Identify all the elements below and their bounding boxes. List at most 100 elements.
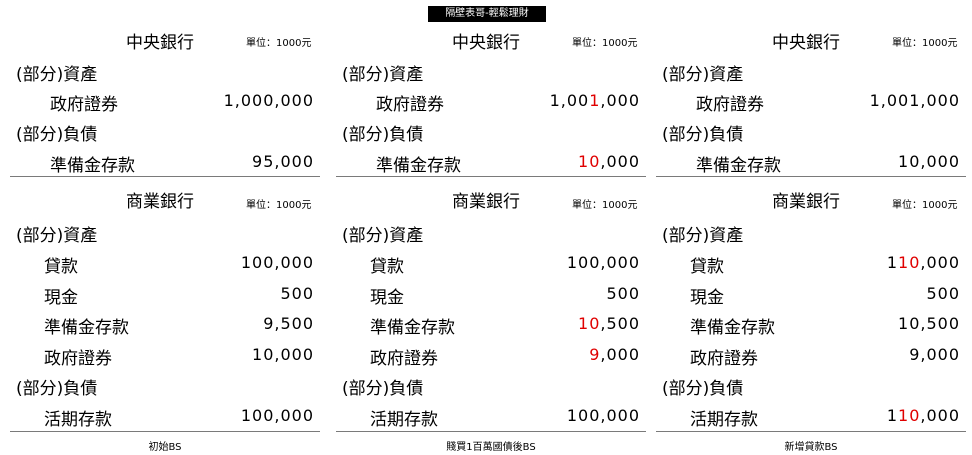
loans-value: 110,000 xyxy=(887,253,960,272)
panel-caption: 賤買1百萬國債後BS xyxy=(446,442,536,453)
commercial-reserve-label: 準備金存款 xyxy=(44,318,129,338)
value-segment: 1 xyxy=(886,253,899,272)
central-unit-label: 單位：1000元 xyxy=(572,38,638,49)
value-segment: 10,000 xyxy=(252,345,314,364)
central-bank-title: 中央銀行 xyxy=(772,33,840,53)
central-liabilities-label: (部分)負債 xyxy=(16,125,98,145)
cash-value: 500 xyxy=(926,284,960,303)
commercial-gov-bonds-value: 10,000 xyxy=(252,345,314,364)
changed-digits: 10 xyxy=(578,314,601,333)
central-liabilities-label: (部分)負債 xyxy=(342,125,424,145)
commercial-reserve-label: 準備金存款 xyxy=(370,318,455,338)
changed-digits: 10 xyxy=(898,253,921,272)
balance-sheet-panel-initial: 中央銀行 單位：1000元 (部分)資產 政府證券 1,000,000 (部分)… xyxy=(10,24,320,454)
commercial-reserve-value: 10,500 xyxy=(578,314,640,333)
changed-digits: 10 xyxy=(898,406,921,425)
value-segment: 95,000 xyxy=(252,152,314,171)
value-segment: 9,500 xyxy=(263,314,314,333)
commercial-reserve-value: 9,500 xyxy=(263,314,314,333)
central-reserve-deposits-value: 10,000 xyxy=(898,152,960,171)
balance-sheet-panel-after-bond-purchase: 中央銀行 單位：1000元 (部分)資產 政府證券 1,001,000 (部分)… xyxy=(336,24,646,454)
commercial-gov-bonds-value: 9,000 xyxy=(909,345,960,364)
commercial-liabilities-label: (部分)負債 xyxy=(342,379,424,399)
value-segment: ,000 xyxy=(920,406,960,425)
commercial-assets-label: (部分)資產 xyxy=(16,226,98,246)
section-divider xyxy=(656,431,966,432)
section-divider xyxy=(10,176,320,177)
central-unit-label: 單位：1000元 xyxy=(246,38,312,49)
commercial-gov-bonds-value: 9,000 xyxy=(589,345,640,364)
value-segment: 500 xyxy=(926,284,960,303)
section-divider xyxy=(336,431,646,432)
section-divider xyxy=(656,176,966,177)
value-segment: ,500 xyxy=(600,314,640,333)
banner-title: 隔壁表哥-輕鬆理財 xyxy=(428,6,546,22)
central-reserve-deposits-label: 準備金存款 xyxy=(696,156,781,176)
value-segment: ,000 xyxy=(600,91,640,110)
commercial-unit-label: 單位：1000元 xyxy=(246,200,312,211)
balance-sheet-panel-new-loans: 中央銀行 單位：1000元 (部分)資產 政府證券 1,001,000 (部分)… xyxy=(656,24,966,454)
central-unit-label: 單位：1000元 xyxy=(892,38,958,49)
loans-label: 貸款 xyxy=(44,257,78,277)
changed-digits: 1 xyxy=(589,91,601,110)
section-divider xyxy=(10,431,320,432)
central-bank-title: 中央銀行 xyxy=(126,33,194,53)
commercial-reserve-value: 10,500 xyxy=(898,314,960,333)
value-segment: ,000 xyxy=(920,253,960,272)
loans-label: 貸款 xyxy=(370,257,404,277)
commercial-gov-bonds-label: 政府證券 xyxy=(370,349,438,369)
loans-label: 貸款 xyxy=(690,257,724,277)
commercial-liabilities-label: (部分)負債 xyxy=(16,379,98,399)
demand-deposits-label: 活期存款 xyxy=(370,410,438,430)
central-reserve-deposits-value: 10,000 xyxy=(578,152,640,171)
section-divider xyxy=(336,176,646,177)
cash-label: 現金 xyxy=(44,288,78,308)
value-segment: 500 xyxy=(606,284,640,303)
commercial-unit-label: 單位：1000元 xyxy=(892,200,958,211)
panel-caption: 初始BS xyxy=(148,442,182,453)
value-segment: 1,00 xyxy=(549,91,590,110)
value-segment: 1,000,000 xyxy=(223,91,314,110)
commercial-liabilities-label: (部分)負債 xyxy=(662,379,744,399)
demand-deposits-value: 110,000 xyxy=(887,406,960,425)
cash-label: 現金 xyxy=(370,288,404,308)
value-segment: 100,000 xyxy=(566,253,640,272)
central-assets-label: (部分)資產 xyxy=(662,65,744,85)
value-segment: 9,000 xyxy=(909,345,960,364)
panel-caption: 新增貸款BS xyxy=(784,442,838,453)
central-liabilities-label: (部分)負債 xyxy=(662,125,744,145)
value-segment: 1 xyxy=(886,406,899,425)
changed-digits: 10 xyxy=(578,152,601,171)
central-reserve-deposits-label: 準備金存款 xyxy=(50,156,135,176)
value-segment: 500 xyxy=(280,284,314,303)
central-assets-label: (部分)資產 xyxy=(16,65,98,85)
commercial-bank-title: 商業銀行 xyxy=(452,192,520,212)
value-segment: 100,000 xyxy=(240,406,314,425)
commercial-reserve-label: 準備金存款 xyxy=(690,318,775,338)
loans-value: 100,000 xyxy=(241,253,314,272)
central-gov-bonds-value: 1,001,000 xyxy=(870,91,960,110)
central-gov-bonds-label: 政府證券 xyxy=(376,95,444,115)
central-gov-bonds-label: 政府證券 xyxy=(696,95,764,115)
cash-value: 500 xyxy=(606,284,640,303)
commercial-bank-title: 商業銀行 xyxy=(126,192,194,212)
central-gov-bonds-value: 1,001,000 xyxy=(550,91,640,110)
cash-label: 現金 xyxy=(690,288,724,308)
demand-deposits-label: 活期存款 xyxy=(690,410,758,430)
central-assets-label: (部分)資產 xyxy=(342,65,424,85)
loans-value: 100,000 xyxy=(567,253,640,272)
central-reserve-deposits-value: 95,000 xyxy=(252,152,314,171)
central-bank-title: 中央銀行 xyxy=(452,33,520,53)
cash-value: 500 xyxy=(280,284,314,303)
demand-deposits-value: 100,000 xyxy=(567,406,640,425)
value-segment: 10,500 xyxy=(898,314,960,333)
commercial-bank-title: 商業銀行 xyxy=(772,192,840,212)
value-segment: 1,001,000 xyxy=(869,91,960,110)
value-segment: 10,000 xyxy=(898,152,960,171)
value-segment: ,000 xyxy=(600,152,640,171)
commercial-assets-label: (部分)資產 xyxy=(342,226,424,246)
central-reserve-deposits-label: 準備金存款 xyxy=(376,156,461,176)
central-gov-bonds-label: 政府證券 xyxy=(50,95,118,115)
demand-deposits-value: 100,000 xyxy=(241,406,314,425)
commercial-gov-bonds-label: 政府證券 xyxy=(44,349,112,369)
